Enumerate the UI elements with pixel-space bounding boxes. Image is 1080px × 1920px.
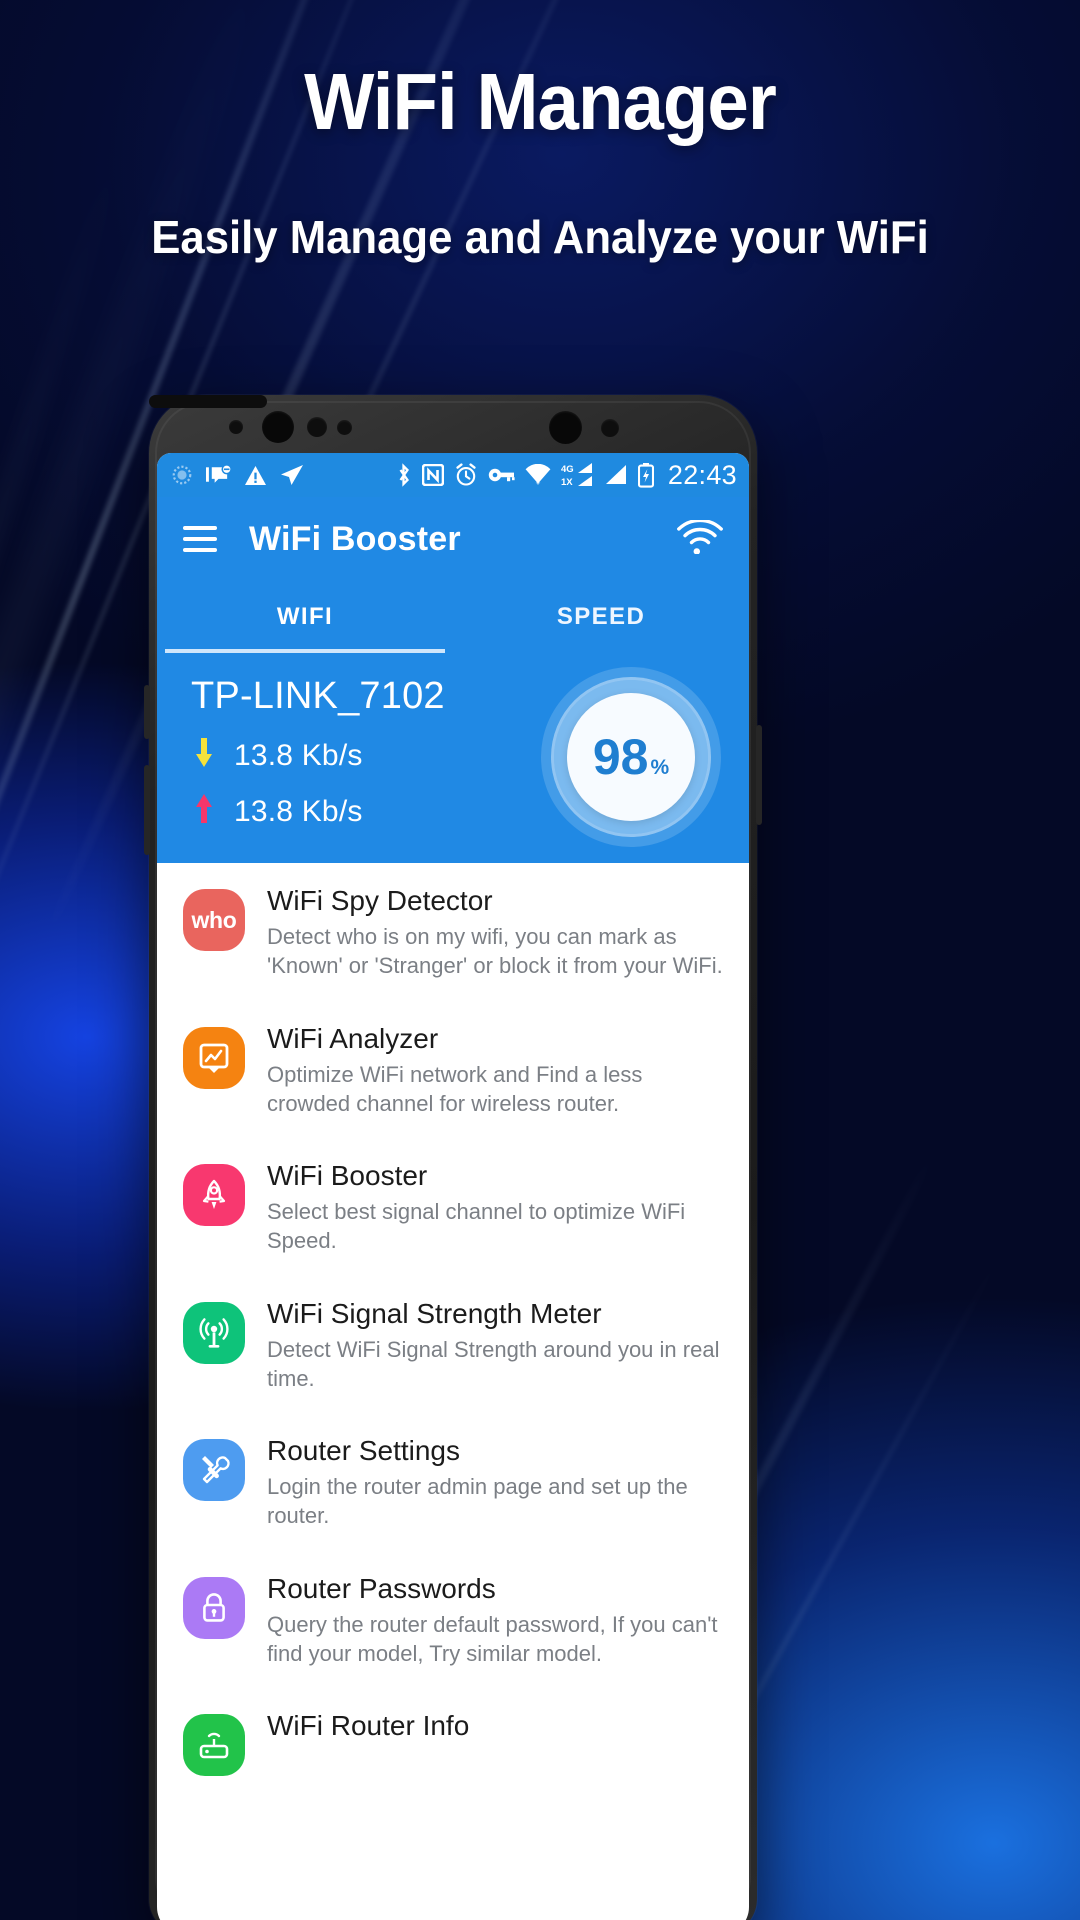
who-badge-label: who	[191, 906, 237, 933]
sensor-icon	[307, 417, 327, 437]
feature-list: who WiFi Spy Detector Detect who is on m…	[157, 863, 749, 1796]
sensor-icon	[601, 419, 619, 437]
list-item-desc: Login the router admin page and set up t…	[267, 1474, 688, 1529]
status-bar: 4G 1X 22:43	[157, 453, 749, 497]
hamburger-icon[interactable]	[183, 526, 217, 552]
front-camera-icon	[262, 411, 294, 443]
app-bar-title: WiFi Booster	[249, 519, 461, 558]
tab-wifi[interactable]: WIFI	[157, 581, 453, 653]
promo-subtitle: Easily Manage and Analyze your WiFi	[151, 211, 929, 263]
power-button[interactable]	[756, 725, 762, 825]
signal-tower-icon	[183, 1301, 245, 1364]
list-item-text: WiFi Signal Strength Meter Detect WiFi S…	[267, 1296, 733, 1394]
tab-bar: WIFI SPEED	[157, 581, 749, 653]
app-bar: WiFi Booster	[157, 497, 749, 581]
lock-icon	[183, 1576, 245, 1639]
list-item-desc: Select best signal channel to optimize W…	[267, 1199, 686, 1254]
svg-text:4G: 4G	[561, 464, 574, 475]
list-item-title: Router Passwords	[267, 1572, 496, 1604]
earpiece-speaker-icon	[149, 395, 267, 408]
status-bar-left-icons	[171, 464, 395, 486]
router-info-icon	[183, 1714, 245, 1776]
wifi-icon[interactable]	[677, 518, 723, 559]
volume-down-button[interactable]	[144, 765, 150, 855]
chart-frame-icon	[183, 1026, 245, 1089]
alarm-icon	[454, 463, 478, 487]
status-bar-clock: 22:43	[667, 459, 737, 490]
phone-screen: 4G 1X 22:43 WiFi Booster WIFI SPEED TP-L…	[157, 453, 749, 1920]
gauge-core: 98 %	[567, 693, 695, 821]
list-item-desc: Optimize WiFi network and Find a less cr…	[267, 1061, 643, 1116]
gauge-unit: %	[650, 756, 670, 779]
tools-icon	[183, 1439, 245, 1501]
list-item[interactable]: WiFi Router Info	[157, 1688, 749, 1796]
list-item-desc: Detect who is on my wifi, you can mark a…	[267, 924, 723, 979]
nfc-icon	[421, 464, 444, 486]
download-speed-value: 13.8 Kb/s	[234, 739, 363, 772]
sync-icon	[171, 464, 193, 486]
list-item-title: WiFi Signal Strength Meter	[267, 1297, 602, 1329]
list-item-desc: Query the router default password, If yo…	[267, 1611, 718, 1666]
who-badge-icon: who	[183, 889, 245, 951]
list-item-title: Router Settings	[267, 1435, 460, 1466]
promo-title: WiFi Manager	[304, 57, 777, 146]
list-item[interactable]: WiFi Analyzer Optimize WiFi network and …	[157, 1001, 749, 1139]
bluetooth-icon	[395, 463, 412, 487]
front-camera-icon	[549, 411, 582, 444]
list-item[interactable]: WiFi Signal Strength Meter Detect WiFi S…	[157, 1276, 749, 1414]
send-icon	[280, 464, 304, 486]
signal-quality-gauge[interactable]: 98 %	[541, 667, 721, 847]
svg-text:1X: 1X	[561, 477, 573, 488]
list-item-text: WiFi Analyzer Optimize WiFi network and …	[267, 1021, 733, 1119]
rocket-icon	[183, 1164, 245, 1226]
list-item-text: Router Passwords Query the router defaul…	[267, 1571, 733, 1669]
list-item-text: WiFi Booster Select best signal channel …	[267, 1158, 733, 1256]
upload-speed-value: 13.8 Kb/s	[234, 795, 363, 828]
vpn-key-icon	[488, 466, 515, 484]
list-item-title: WiFi Booster	[267, 1160, 428, 1191]
gauge-ring: 98 %	[554, 680, 708, 834]
list-item-title: WiFi Router Info	[267, 1710, 470, 1741]
list-item[interactable]: WiFi Booster Select best signal channel …	[157, 1138, 749, 1276]
sensor-icon	[337, 420, 352, 435]
wifi-icon	[525, 464, 551, 486]
sensor-icon	[229, 420, 243, 434]
warning-icon	[244, 465, 267, 486]
list-item-text: Router Settings Login the router admin p…	[267, 1433, 733, 1531]
feed-mute-icon	[206, 464, 231, 486]
network-summary-panel: TP-LINK_7102 13.8 Kb/s 13.8 Kb/s 98 %	[157, 653, 749, 863]
list-item-text: WiFi Spy Detector Detect who is on my wi…	[267, 883, 733, 981]
list-item[interactable]: Router Passwords Query the router defaul…	[157, 1551, 749, 1689]
list-item[interactable]: who WiFi Spy Detector Detect who is on m…	[157, 863, 749, 1001]
upload-arrow-icon	[191, 794, 217, 830]
promo-headings: WiFi Manager Easily Manage and Analyze y…	[0, 0, 1080, 264]
list-item-desc: Detect WiFi Signal Strength around you i…	[267, 1336, 720, 1391]
list-item-title: WiFi Spy Detector	[267, 885, 493, 916]
status-bar-right-icons: 4G 1X 22:43	[395, 460, 737, 491]
phone-top-bezel	[149, 395, 757, 453]
list-item-title: WiFi Analyzer	[267, 1022, 439, 1054]
list-item-text: WiFi Router Info	[267, 1708, 475, 1747]
signal-4g-icon: 4G 1X	[561, 462, 595, 488]
gauge-value: 98	[592, 729, 649, 785]
list-item[interactable]: Router Settings Login the router admin p…	[157, 1413, 749, 1551]
battery-charging-icon	[637, 462, 654, 488]
phone-mockup: 4G 1X 22:43 WiFi Booster WIFI SPEED TP-L…	[144, 395, 762, 1920]
volume-up-button[interactable]	[144, 685, 150, 739]
tab-speed[interactable]: SPEED	[453, 581, 749, 653]
download-arrow-icon	[191, 738, 217, 774]
signal-bars-icon	[605, 464, 628, 486]
